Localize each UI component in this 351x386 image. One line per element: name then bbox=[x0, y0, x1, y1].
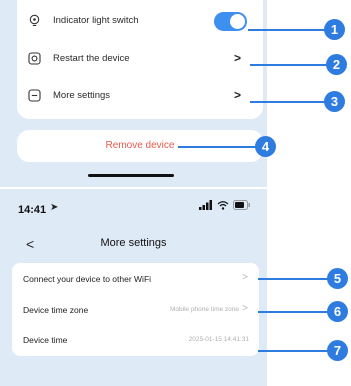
more-icon bbox=[28, 89, 41, 102]
home-indicator bbox=[88, 174, 174, 177]
signal-icon bbox=[199, 197, 213, 215]
indicator-light-toggle[interactable] bbox=[214, 12, 247, 31]
more-settings-label: More settings bbox=[53, 90, 111, 101]
chevron-right-icon: > bbox=[233, 51, 241, 65]
callout-badge-4: 4 bbox=[255, 136, 276, 157]
more-settings-row[interactable]: More settings > bbox=[17, 81, 263, 111]
bulb-icon bbox=[28, 14, 41, 27]
chevron-right-icon: > bbox=[242, 303, 248, 314]
settings-card: Indicator light switch Restart the devic… bbox=[17, 0, 263, 119]
device-time-zone-label: Device time zone bbox=[23, 305, 89, 315]
callout-line-7 bbox=[258, 350, 330, 352]
device-settings-screen: Indicator light switch Restart the devic… bbox=[0, 0, 267, 187]
device-time-row: Device time 2025-01-15 14:41:31 bbox=[12, 325, 259, 355]
callout-badge-3: 3 bbox=[324, 91, 345, 112]
device-time-zone-value: Mobile phone time zone bbox=[169, 306, 239, 313]
battery-icon bbox=[233, 197, 251, 215]
callout-badge-5: 5 bbox=[327, 268, 348, 289]
indicator-light-row[interactable]: Indicator light switch bbox=[17, 6, 263, 36]
callout-badge-6: 6 bbox=[327, 301, 348, 322]
callout-line-2 bbox=[250, 64, 330, 66]
status-bar-icons bbox=[199, 200, 251, 215]
callout-line-4 bbox=[178, 146, 258, 148]
restart-icon bbox=[28, 52, 41, 65]
wifi-icon bbox=[217, 197, 229, 215]
connect-wifi-label: Connect your device to other WiFi bbox=[23, 274, 152, 284]
device-time-label: Device time bbox=[23, 335, 68, 345]
callout-line-5 bbox=[258, 278, 330, 280]
toggle-knob bbox=[230, 14, 245, 29]
callout-badge-1: 1 bbox=[324, 19, 345, 40]
more-settings-screen: 14:41 ➤ < More settings Connect your dev… bbox=[0, 189, 267, 386]
restart-device-label: Restart the device bbox=[53, 53, 130, 64]
callout-line-1 bbox=[248, 29, 328, 31]
device-time-zone-row[interactable]: Device time zone Mobile phone time zone … bbox=[12, 295, 259, 325]
callout-badge-7: 7 bbox=[327, 340, 348, 361]
status-bar-time: 14:41 bbox=[18, 204, 47, 216]
callout-badge-2: 2 bbox=[326, 54, 347, 75]
indicator-light-label: Indicator light switch bbox=[53, 15, 139, 26]
device-time-value: 2025-01-15 14:41:31 bbox=[188, 336, 249, 343]
callout-line-6 bbox=[258, 311, 330, 313]
page-title: More settings bbox=[100, 237, 167, 249]
location-arrow-icon: ➤ bbox=[50, 202, 59, 213]
more-settings-card: Connect your device to other WiFi > Devi… bbox=[12, 263, 259, 356]
callout-line-3 bbox=[250, 101, 328, 103]
chevron-right-icon: > bbox=[242, 272, 248, 283]
chevron-right-icon: > bbox=[233, 88, 241, 102]
connect-wifi-row[interactable]: Connect your device to other WiFi > bbox=[12, 264, 259, 294]
restart-device-row[interactable]: Restart the device > bbox=[17, 44, 263, 74]
